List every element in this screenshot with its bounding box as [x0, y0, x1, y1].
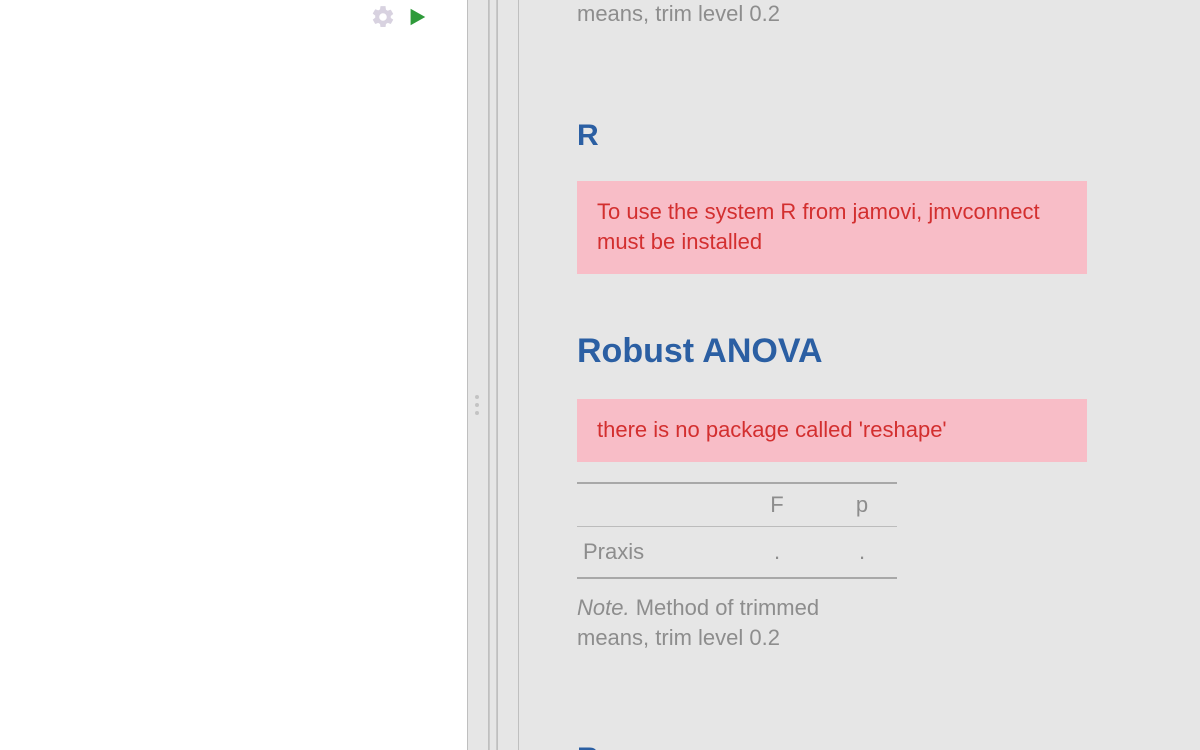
table-cell: . — [727, 539, 827, 565]
table-header-row: F p — [577, 482, 897, 527]
splitter-bar[interactable] — [467, 0, 489, 750]
table-cell: . — [827, 539, 897, 565]
splitter-bar[interactable] — [489, 0, 497, 750]
section-title-robust-anova: Robust ANOVA — [577, 332, 1160, 371]
error-message: To use the system R from jamovi, jmvconn… — [577, 181, 1087, 275]
splitter-bar[interactable] — [497, 0, 519, 750]
editor-pane — [0, 0, 467, 750]
pane-splitter[interactable] — [467, 0, 519, 750]
gear-icon[interactable] — [370, 4, 396, 30]
drag-handle-icon[interactable] — [475, 395, 485, 415]
table-row: Praxis . . — [577, 527, 897, 579]
table-cell: Praxis — [577, 539, 727, 565]
table-note: Note. Method of trimmed means, trim leve… — [577, 593, 877, 652]
table-header-cell: F — [727, 492, 827, 518]
table-note-fragment: means, trim level 0.2 — [577, 0, 877, 29]
error-message: there is no package called 'reshape' — [577, 399, 1087, 462]
cell-toolbar — [370, 4, 428, 30]
anova-table: F p Praxis . . — [577, 482, 897, 579]
section-title-r: R — [577, 119, 1160, 153]
play-icon[interactable] — [406, 6, 428, 28]
table-header-cell — [577, 492, 727, 518]
results-pane: means, trim level 0.2 R To use the syste… — [519, 0, 1200, 750]
table-header-cell: p — [827, 492, 897, 518]
section-title-r: R — [577, 742, 1160, 750]
note-prefix: Note. — [577, 595, 630, 620]
